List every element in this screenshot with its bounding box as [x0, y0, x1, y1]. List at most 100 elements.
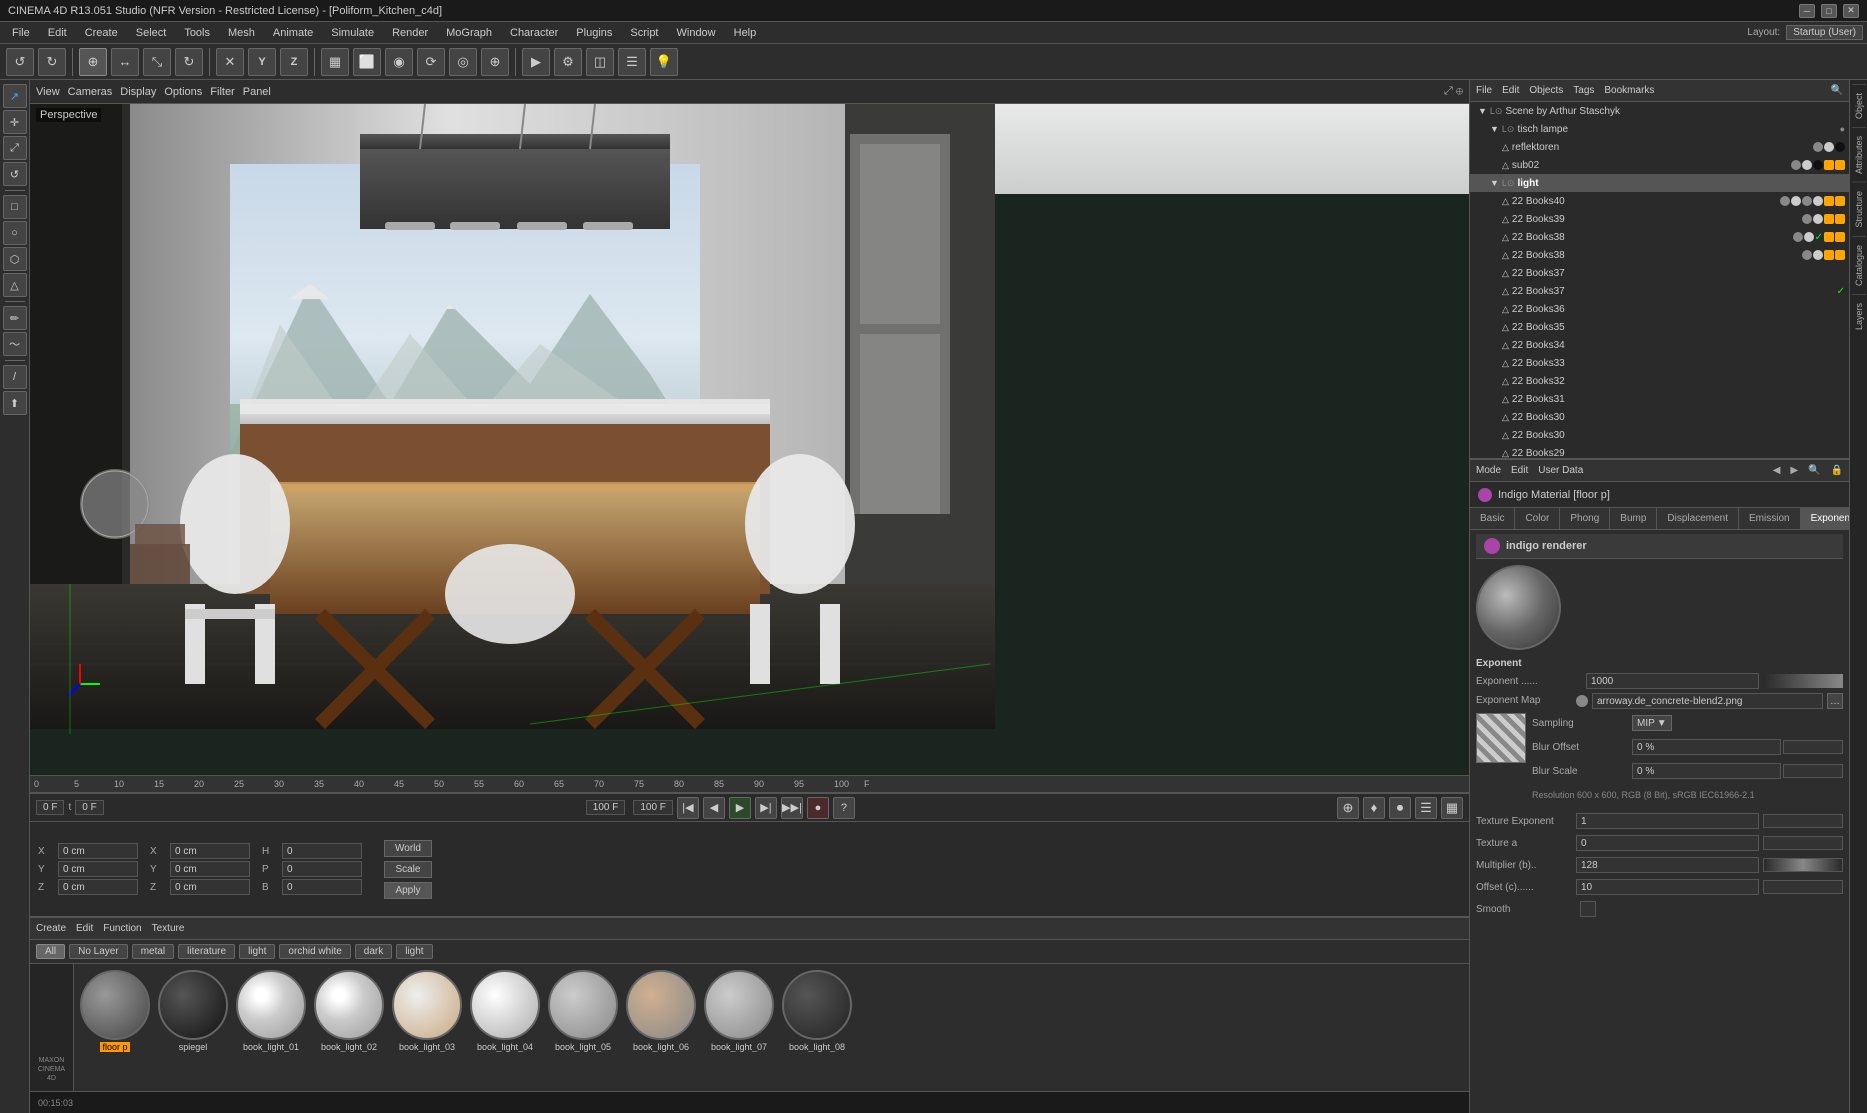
mat-tag-all[interactable]: All: [36, 944, 65, 959]
ob-item-scene[interactable]: ▼ L⊙ Scene by Arthur Staschyk: [1470, 102, 1849, 120]
rtab-layers[interactable]: Layers: [1852, 294, 1866, 338]
mat-menu-texture[interactable]: Texture: [152, 923, 185, 934]
select-lt[interactable]: ↗: [3, 84, 27, 108]
auto-key[interactable]: ⏺: [1389, 797, 1411, 819]
view-mode-6[interactable]: ⊕: [481, 48, 509, 76]
ob-menu-bookmarks[interactable]: Bookmarks: [1604, 85, 1654, 96]
ob-menu-edit[interactable]: Edit: [1502, 85, 1519, 96]
vt-display[interactable]: Display: [120, 86, 156, 98]
cylinder-lt[interactable]: ⬡: [3, 247, 27, 271]
tab-basic[interactable]: Basic: [1470, 508, 1515, 530]
menu-help[interactable]: Help: [726, 25, 765, 41]
frame-t-input[interactable]: 0 F: [75, 800, 103, 815]
attr-search[interactable]: 🔍: [1808, 465, 1820, 476]
coord-rx-input[interactable]: [170, 843, 250, 859]
ob-item-books40[interactable]: △ 22 Books40: [1470, 192, 1849, 210]
play-prev[interactable]: ◀: [703, 797, 725, 819]
ob-item-books31[interactable]: △ 22 Books31: [1470, 390, 1849, 408]
mat-menu-function[interactable]: Function: [103, 923, 141, 934]
ob-item-books39[interactable]: △ 22 Books39: [1470, 210, 1849, 228]
mat-item-book2[interactable]: book_light_02: [314, 970, 384, 1052]
blur-scale-slider[interactable]: [1783, 764, 1843, 778]
tex-a-slider[interactable]: [1763, 836, 1843, 850]
move-lt[interactable]: ✛: [3, 110, 27, 134]
ob-menu-tags[interactable]: Tags: [1573, 85, 1594, 96]
coord-z-input[interactable]: [58, 879, 138, 895]
menu-animate[interactable]: Animate: [265, 25, 321, 41]
maximize-button[interactable]: □: [1821, 4, 1837, 18]
render-settings[interactable]: ⚙: [554, 48, 582, 76]
ob-item-books30b[interactable]: △ 22 Books30: [1470, 426, 1849, 444]
menu-create[interactable]: Create: [77, 25, 126, 41]
view-mode-2[interactable]: ⬜: [353, 48, 381, 76]
scale-button[interactable]: Scale: [384, 861, 432, 878]
coord-h-input[interactable]: [282, 843, 362, 859]
vt-cameras[interactable]: Cameras: [68, 86, 113, 98]
mat-tag-nolayer[interactable]: No Layer: [69, 944, 128, 959]
vt-filter[interactable]: Filter: [210, 86, 234, 98]
mat-tag-light1[interactable]: light: [239, 944, 275, 959]
ob-item-light[interactable]: ▼ L⊙ light: [1470, 174, 1849, 192]
mat-tag-orchid[interactable]: orchid white: [279, 944, 350, 959]
layout-selector[interactable]: Startup (User): [1786, 25, 1863, 40]
ob-item-books37a[interactable]: △ 22 Books37: [1470, 264, 1849, 282]
menu-script[interactable]: Script: [622, 25, 666, 41]
menu-plugins[interactable]: Plugins: [568, 25, 620, 41]
view-mode-5[interactable]: ◎: [449, 48, 477, 76]
ob-item-books35[interactable]: △ 22 Books35: [1470, 318, 1849, 336]
pen-lt[interactable]: ✏: [3, 306, 27, 330]
menu-mograph[interactable]: MoGraph: [438, 25, 500, 41]
timeline-end-input[interactable]: 100 F: [586, 800, 626, 815]
menu-window[interactable]: Window: [669, 25, 724, 41]
ob-item-tischlampe[interactable]: ▼ L⊙ tisch lampe ●: [1470, 120, 1849, 138]
play-button[interactable]: ▶: [729, 797, 751, 819]
vt-view[interactable]: View: [36, 86, 60, 98]
timeline-fps-input[interactable]: 100 F: [633, 800, 673, 815]
tab-color[interactable]: Color: [1515, 508, 1560, 530]
timeline-expand[interactable]: ▦: [1441, 797, 1463, 819]
offset-slider[interactable]: [1763, 880, 1843, 894]
menu-edit[interactable]: Edit: [40, 25, 75, 41]
coord-x-input[interactable]: [58, 843, 138, 859]
ob-item-books30a[interactable]: △ 22 Books30: [1470, 408, 1849, 426]
coord-y-input[interactable]: [58, 861, 138, 877]
ob-item-books38b[interactable]: △ 22 Books38: [1470, 246, 1849, 264]
sampling-dropdown[interactable]: MIP ▼: [1632, 715, 1672, 731]
coord-p-input[interactable]: [282, 861, 362, 877]
view-mode-4[interactable]: ⟳: [417, 48, 445, 76]
mat-tag-light2[interactable]: light: [396, 944, 432, 959]
edit-mode-Z[interactable]: Z: [280, 48, 308, 76]
attr-menu-mode[interactable]: Mode: [1476, 465, 1501, 476]
tab-bump[interactable]: Bump: [1610, 508, 1657, 530]
menu-select[interactable]: Select: [128, 25, 175, 41]
stop-record[interactable]: ●: [807, 797, 829, 819]
coord-b-input[interactable]: [282, 879, 362, 895]
vt-options[interactable]: Options: [164, 86, 202, 98]
mat-item-book5[interactable]: book_light_05: [548, 970, 618, 1052]
smooth-checkbox[interactable]: [1580, 901, 1596, 917]
tab-displacement[interactable]: Displacement: [1657, 508, 1739, 530]
attr-nav-right[interactable]: ▶: [1790, 465, 1798, 476]
scale-tool[interactable]: ⤡: [143, 48, 171, 76]
mat-item-floor-p[interactable]: floor p: [80, 970, 150, 1052]
rotate-tool[interactable]: ↻: [175, 48, 203, 76]
mat-item-book8[interactable]: book_light_08: [782, 970, 852, 1052]
view-mode-1[interactable]: ▦: [321, 48, 349, 76]
mat-tag-metal[interactable]: metal: [132, 944, 174, 959]
scale-lt[interactable]: ⤢: [3, 136, 27, 160]
attr-menu-userdata[interactable]: User Data: [1538, 465, 1583, 476]
ob-menu-file[interactable]: File: [1476, 85, 1492, 96]
redo-button[interactable]: ↻: [38, 48, 66, 76]
move-tool[interactable]: ↔: [111, 48, 139, 76]
coord-ry-input[interactable]: [170, 861, 250, 877]
mat-item-book4[interactable]: book_light_04: [470, 970, 540, 1052]
view-mode-3[interactable]: ◉: [385, 48, 413, 76]
coord-rz-input[interactable]: [170, 879, 250, 895]
ob-item-books29[interactable]: △ 22 Books29: [1470, 444, 1849, 458]
mat-item-book3[interactable]: book_light_03: [392, 970, 462, 1052]
undo-button[interactable]: ↺: [6, 48, 34, 76]
sphere-lt[interactable]: ○: [3, 221, 27, 245]
ob-item-books38a[interactable]: △ 22 Books38 ✓: [1470, 228, 1849, 246]
help-btn[interactable]: ?: [833, 797, 855, 819]
tex-exponent-slider[interactable]: [1763, 814, 1843, 828]
